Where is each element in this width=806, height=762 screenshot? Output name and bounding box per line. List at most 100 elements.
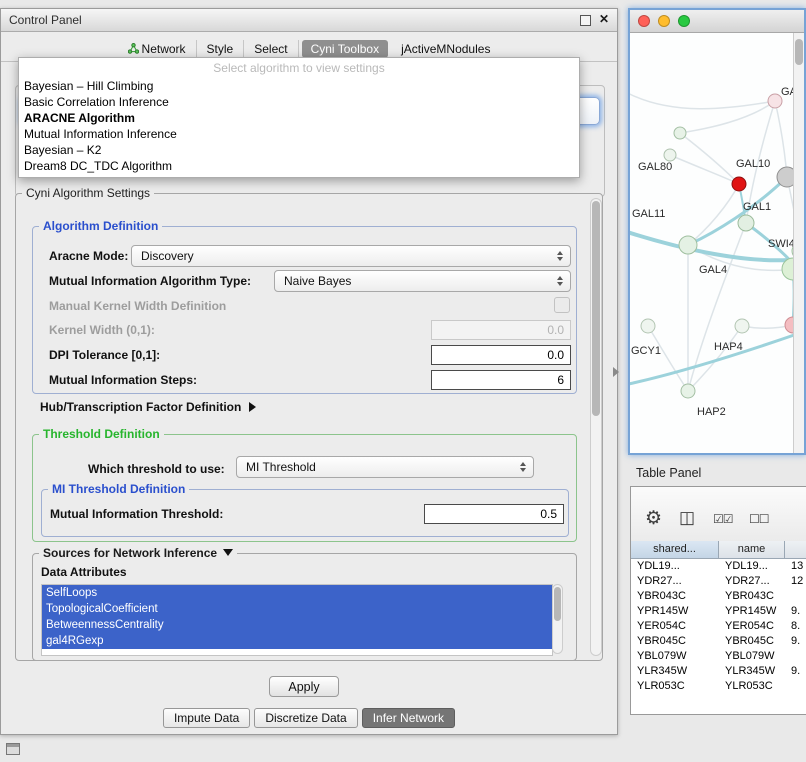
bottom-tab-discretize-data[interactable]: Discretize Data [254, 708, 357, 728]
network-edge[interactable] [688, 184, 739, 245]
table-row[interactable]: YDL19...YDL19...13 [631, 559, 806, 574]
data-attributes-list: SelfLoopsTopologicalCoefficientBetweenne… [41, 584, 553, 656]
table-row[interactable]: YBR043CYBR043C [631, 589, 806, 604]
network-edge[interactable] [680, 133, 739, 184]
network-node[interactable] [641, 319, 655, 333]
table-header: shared...name [631, 541, 806, 559]
algorithm-dropdown-items: Bayesian – Hill ClimbingBasic Correlatio… [19, 78, 579, 174]
attribute-item-topologicalcoefficient[interactable]: TopologicalCoefficient [42, 601, 552, 617]
manual-kernel-checkbox[interactable] [554, 297, 570, 313]
settings-scrollbar[interactable] [590, 198, 602, 656]
kernel-width-field[interactable] [431, 320, 571, 340]
table-row[interactable]: YDR27...YDR27...12 [631, 574, 806, 589]
collapsed-panel-icon[interactable] [6, 743, 20, 755]
table-row[interactable]: YLR345WYLR345W9. [631, 664, 806, 679]
float-window-icon[interactable] [580, 15, 591, 26]
table-cell: 9. [785, 604, 806, 619]
tab-jactivemnodules[interactable]: jActiveMNodules [391, 40, 500, 58]
mi-steps-field[interactable] [431, 370, 571, 390]
gear-icon[interactable]: ⚙ [645, 507, 662, 530]
bottom-tab-infer-network[interactable]: Infer Network [362, 708, 455, 728]
attribute-item-gal4rgexp[interactable]: gal4RGexp [42, 633, 552, 649]
dropdown-item-aracne-algorithm[interactable]: ARACNE Algorithm [19, 110, 579, 126]
dropdown-placeholder: Select algorithm to view settings [19, 58, 579, 78]
control-panel-titlebar[interactable]: Control Panel ✕ [1, 9, 617, 32]
network-node[interactable] [664, 149, 676, 161]
dropdown-item-mutual-information-inference[interactable]: Mutual Information Inference [19, 126, 579, 142]
column-header-name[interactable]: name [719, 541, 785, 559]
combo-arrows-icon [557, 276, 563, 286]
attribute-item-betweennesscentrality[interactable]: BetweennessCentrality [42, 617, 552, 633]
table-cell: YER054C [719, 619, 785, 634]
dropdown-item-basic-correlation-inference[interactable]: Basic Correlation Inference [19, 94, 579, 110]
network-graph[interactable]: GAL80GAL10GAL11GAL1SWI4GAL4GCY1HAP4HAP2G… [630, 33, 806, 455]
tab-select[interactable]: Select [244, 40, 298, 58]
mi-type-select[interactable]: Naive Bayes [274, 270, 571, 292]
network-window-titlebar[interactable] [630, 10, 804, 33]
column-header-2[interactable] [785, 541, 806, 559]
aracne-mode-select[interactable]: Discovery [131, 245, 571, 267]
network-edge[interactable] [670, 155, 739, 184]
dpi-tolerance-field[interactable] [431, 345, 571, 365]
deselect-all-icon[interactable]: ☐☐ [749, 512, 769, 526]
settings-group-title: Cyni Algorithm Settings [22, 186, 154, 200]
network-edge[interactable] [775, 101, 787, 177]
minimize-traffic-light[interactable] [658, 15, 670, 27]
sources-title[interactable]: Sources for Network Inference [39, 546, 237, 560]
dropdown-item-dream8-dc-tdc-algorithm[interactable]: Dream8 DC_TDC Algorithm [19, 158, 579, 174]
network-node[interactable] [679, 236, 697, 254]
attributes-list-scrollbar[interactable] [552, 584, 563, 654]
network-node[interactable] [738, 215, 754, 231]
column-header-shared[interactable]: shared... [631, 541, 719, 559]
aracne-mode-value: Discovery [141, 249, 194, 263]
mi-threshold-field[interactable] [424, 504, 564, 524]
network-edge[interactable] [648, 326, 688, 391]
table-row[interactable]: YLR053CYLR053C [631, 679, 806, 694]
network-node[interactable] [735, 319, 749, 333]
network-edge[interactable] [630, 91, 775, 109]
network-node[interactable] [732, 177, 746, 191]
table-row[interactable]: YER054CYER054C8. [631, 619, 806, 634]
table-row[interactable]: YPR145WYPR145W9. [631, 604, 806, 619]
table-cell: YBR043C [631, 589, 719, 604]
apply-button[interactable]: Apply [269, 676, 339, 697]
network-view-window: GAL80GAL10GAL11GAL1SWI4GAL4GCY1HAP4HAP2G… [628, 8, 806, 455]
dropdown-item-bayesian-k2[interactable]: Bayesian – K2 [19, 142, 579, 158]
network-tab-icon [128, 43, 139, 54]
close-window-icon[interactable]: ✕ [599, 12, 609, 26]
table-cell: 12 [785, 574, 806, 589]
tab-cyni-toolbox[interactable]: Cyni Toolbox [302, 40, 388, 58]
tab-style[interactable]: Style [197, 40, 245, 58]
table-row[interactable]: YBL079WYBL079W [631, 649, 806, 664]
network-edge[interactable] [688, 326, 742, 391]
splitter-arrow[interactable] [613, 367, 619, 377]
network-view[interactable]: GAL80GAL10GAL11GAL1SWI4GAL4GCY1HAP4HAP2G… [630, 33, 804, 455]
mi-threshold-label: Mutual Information Threshold: [50, 507, 223, 521]
which-threshold-select[interactable]: MI Threshold [236, 456, 534, 478]
scrollbar-thumb[interactable] [554, 587, 561, 621]
hub-definition-toggle[interactable]: Hub/Transcription Factor Definition [40, 400, 256, 414]
scrollbar-thumb[interactable] [795, 39, 803, 65]
table-cell: YLR345W [631, 664, 719, 679]
table-panel-window: ⚙ ◫ ☑☑ ☐☐ shared...name YDL19...YDL19...… [630, 486, 806, 715]
table-body: YDL19...YDL19...13YDR27...YDR27...12YBR0… [631, 559, 806, 714]
network-node[interactable] [681, 384, 695, 398]
dropdown-item-bayesian-hill-climbing[interactable]: Bayesian – Hill Climbing [19, 78, 579, 94]
close-traffic-light[interactable] [638, 15, 650, 27]
column-selector-icon[interactable]: ◫ [679, 508, 695, 528]
attribute-item-selfloops[interactable]: SelfLoops [42, 585, 552, 601]
table-cell: YBR045C [719, 634, 785, 649]
network-scrollbar[interactable] [793, 33, 804, 455]
bottom-tab-impute-data[interactable]: Impute Data [163, 708, 250, 728]
zoom-traffic-light[interactable] [678, 15, 690, 27]
tab-network[interactable]: Network [118, 40, 197, 58]
node-label-hap4: HAP4 [714, 341, 743, 353]
network-node[interactable] [768, 94, 782, 108]
scrollbar-thumb[interactable] [592, 201, 600, 416]
network-node[interactable] [674, 127, 686, 139]
table-cell: YPR145W [719, 604, 785, 619]
table-row[interactable]: YBR045CYBR045C9. [631, 634, 806, 649]
expand-right-icon [249, 402, 256, 412]
select-all-icon[interactable]: ☑☑ [713, 512, 733, 526]
network-edge[interactable] [680, 101, 775, 133]
